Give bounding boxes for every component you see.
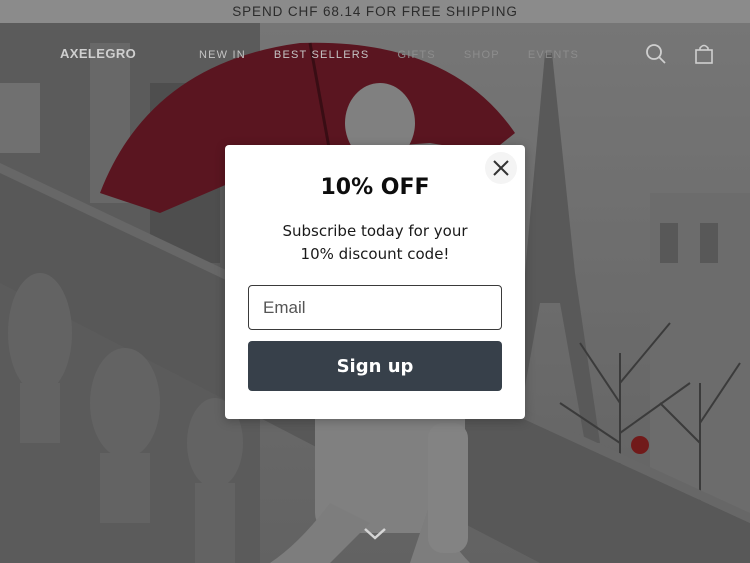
- main-nav: NEW IN BEST SELLERS GIFTS SHOP EVENTS: [199, 49, 607, 61]
- discount-popup: 10% OFF Subscribe today for your 10% dis…: [225, 145, 525, 419]
- search-icon[interactable]: [645, 43, 667, 65]
- nav-item-shop[interactable]: SHOP: [464, 49, 500, 61]
- shopping-bag-icon[interactable]: [693, 43, 715, 65]
- popup-title: 10% OFF: [320, 175, 430, 200]
- nav-item-events[interactable]: EVENTS: [528, 49, 579, 61]
- announcement-bar: SPEND CHF 68.14 FOR FREE SHIPPING: [0, 0, 750, 23]
- popup-text-line-2: 10% discount code!: [300, 245, 450, 263]
- site-logo[interactable]: AXELEGRO: [60, 46, 136, 61]
- popup-description: Subscribe today for your 10% discount co…: [225, 220, 525, 266]
- chevron-down-icon[interactable]: [362, 524, 388, 542]
- nav-item-best-sellers[interactable]: BEST SELLERS: [274, 49, 370, 61]
- email-field[interactable]: [248, 285, 502, 330]
- popup-text-line-1: Subscribe today for your: [282, 222, 468, 240]
- sign-up-button[interactable]: Sign up: [248, 341, 502, 391]
- announcement-text: SPEND CHF 68.14 FOR FREE SHIPPING: [232, 4, 518, 19]
- nav-item-new-in[interactable]: NEW IN: [199, 49, 246, 61]
- nav-item-gifts[interactable]: GIFTS: [397, 49, 435, 61]
- site-header: AXELEGRO NEW IN BEST SELLERS GIFTS SHOP …: [0, 23, 750, 87]
